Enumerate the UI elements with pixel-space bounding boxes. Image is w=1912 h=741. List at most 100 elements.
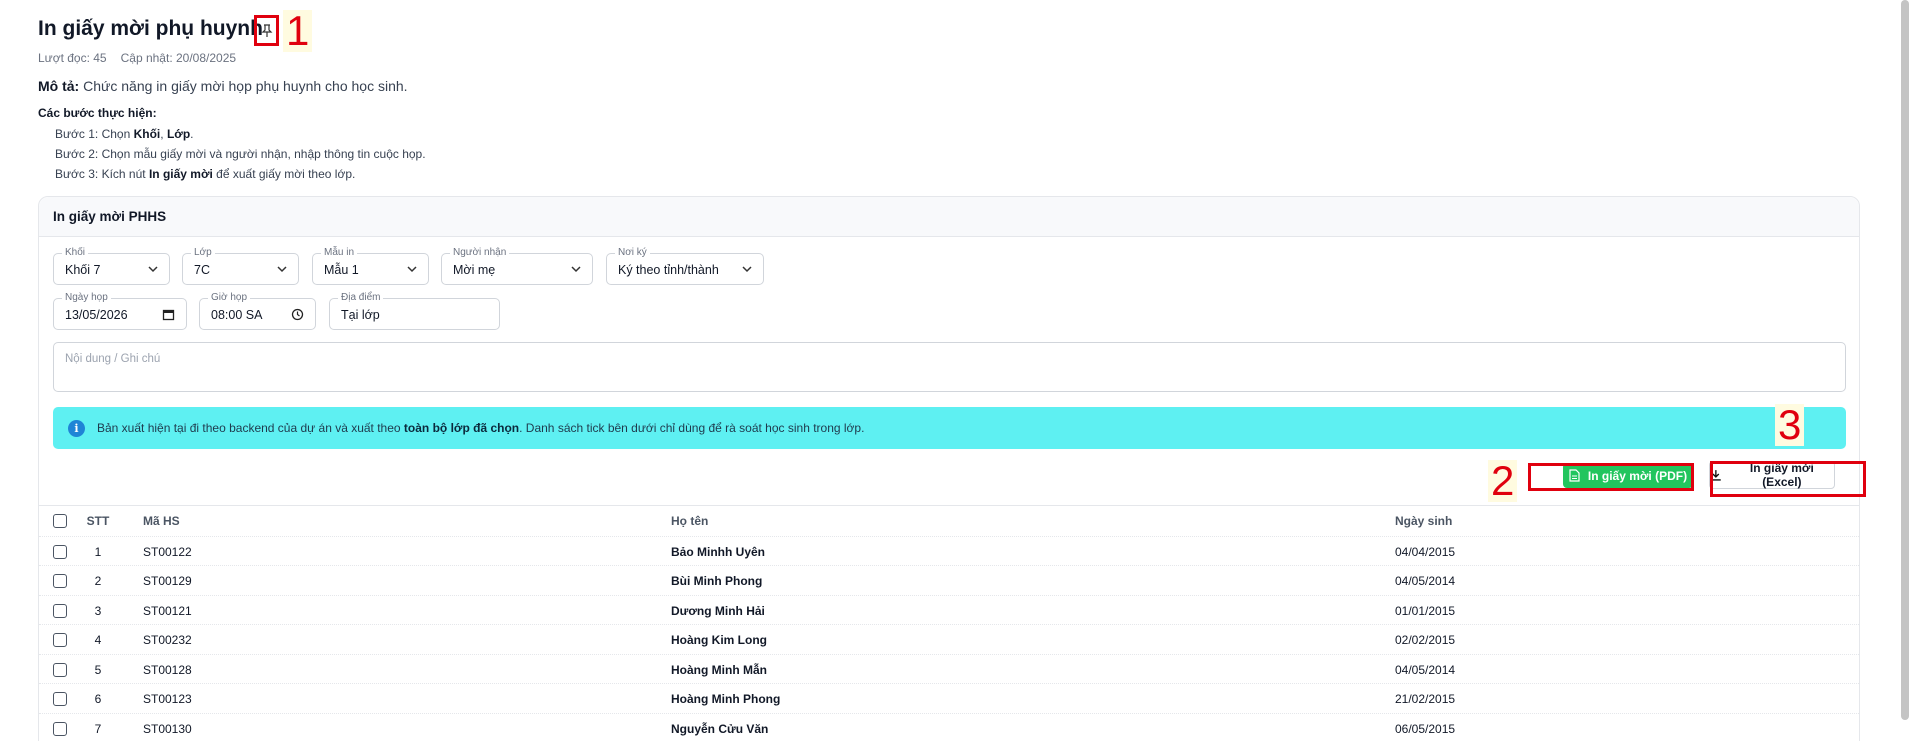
mau-in-label: Mẫu in bbox=[321, 247, 358, 259]
annotation-marker-1: 1 bbox=[283, 10, 313, 52]
steps-title: Các bước thực hiện: bbox=[38, 106, 157, 120]
row-stt: 3 bbox=[94, 603, 102, 618]
header-stt: STT bbox=[86, 514, 110, 528]
alert-text-bold: toàn bộ lớp đã chọn bbox=[403, 421, 520, 435]
desc-text: Chức năng in giấy mời họp phụ huynh cho … bbox=[79, 78, 408, 94]
noi-ky-label: Nơi ký bbox=[615, 247, 650, 259]
noi-ky-value: Ký theo tỉnh/thành bbox=[618, 263, 719, 277]
row-ngay-sinh: 02/02/2015 bbox=[1395, 633, 1456, 647]
table-row[interactable]: 5 ST00128 Hoàng Minh Mẫn 04/05/2014 bbox=[39, 653, 1859, 684]
annotation-marker-2: 2 bbox=[1488, 460, 1518, 502]
row-checkbox[interactable] bbox=[53, 574, 67, 588]
header-ho-ten: Họ tên bbox=[671, 514, 709, 528]
row-checkbox[interactable] bbox=[53, 662, 67, 677]
step-2: Bước 2: Chọn mẫu giấy mời và người nhận,… bbox=[55, 147, 426, 161]
table-row[interactable]: 7 ST00130 Nguyễn Cửu Văn 06/05/2015 bbox=[39, 712, 1859, 741]
page-meta: Lượt đọc: 45 Cập nhật: 20/08/2025 bbox=[38, 51, 236, 65]
mau-in-select[interactable]: Mẫu in Mẫu 1 bbox=[312, 247, 429, 285]
row-checkbox[interactable] bbox=[53, 603, 67, 618]
row-stt: 6 bbox=[94, 692, 102, 706]
lop-select[interactable]: Lớp 7C bbox=[182, 247, 299, 285]
row-stt: 1 bbox=[94, 544, 102, 559]
table-row[interactable]: 2 ST00129 Bùi Minh Phong 04/05/2014 bbox=[39, 565, 1859, 595]
clock-icon[interactable] bbox=[291, 308, 304, 321]
row-ho-ten: Hoàng Kim Long bbox=[671, 633, 767, 647]
alert-text-a: Bản xuất hiện tại đi theo backend của dự… bbox=[97, 421, 404, 435]
row-ho-ten: Bảo Minhh Uyên bbox=[671, 544, 766, 559]
gio-hop-label: Giờ họp bbox=[208, 292, 251, 304]
chevron-down-icon bbox=[407, 266, 417, 273]
row-ngay-sinh: 01/01/2015 bbox=[1395, 603, 1456, 618]
header-ma-hs: Mã HS bbox=[143, 514, 180, 528]
dia-diem-value: Tại lớp bbox=[341, 308, 380, 322]
row-checkbox[interactable] bbox=[53, 544, 67, 559]
select-all-checkbox[interactable] bbox=[53, 514, 67, 528]
row-checkbox[interactable] bbox=[53, 721, 67, 736]
page-scrollbar[interactable] bbox=[1901, 0, 1909, 720]
row-stt: 4 bbox=[94, 633, 102, 647]
step-1-sep: , bbox=[160, 127, 167, 141]
lop-label: Lớp bbox=[191, 247, 215, 259]
calendar-icon[interactable] bbox=[162, 308, 175, 321]
table-row[interactable]: 4 ST00232 Hoàng Kim Long 02/02/2015 bbox=[39, 624, 1859, 654]
table-row[interactable]: 3 ST00121 Dương Minh Hải 01/01/2015 bbox=[39, 594, 1859, 625]
row-ma-hs: ST00232 bbox=[143, 633, 192, 647]
khoi-label: Khối bbox=[62, 247, 89, 259]
row-ma-hs: ST00129 bbox=[143, 574, 192, 588]
page-title: In giấy mời phụ huynh bbox=[38, 17, 263, 40]
lop-value: 7C bbox=[194, 263, 210, 277]
card-title: In giấy mời PHHS bbox=[39, 197, 1859, 237]
row-ho-ten: Hoàng Minh Mẫn bbox=[671, 662, 767, 677]
row-ma-hs: ST00121 bbox=[143, 603, 192, 618]
row-ho-ten: Nguyễn Cửu Văn bbox=[671, 721, 769, 736]
gio-hop-time-input[interactable]: Giờ họp 08:00 SA bbox=[199, 292, 316, 330]
dia-diem-input[interactable]: Địa điểm Tại lớp bbox=[329, 292, 500, 330]
views-count: Lượt đọc: 45 bbox=[38, 51, 107, 65]
noi-ky-select[interactable]: Nơi ký Ký theo tỉnh/thành bbox=[606, 247, 764, 285]
pin-icon bbox=[261, 23, 272, 37]
row-ngay-sinh: 21/02/2015 bbox=[1395, 692, 1456, 706]
row-ma-hs: ST00123 bbox=[143, 692, 192, 706]
step-3: Bước 3: Kích nút In giấy mời để xuất giấ… bbox=[55, 167, 355, 181]
chevron-down-icon bbox=[148, 266, 158, 273]
row-ma-hs: ST00122 bbox=[143, 544, 192, 559]
highlight-box-3 bbox=[1710, 461, 1866, 497]
mau-in-value: Mẫu 1 bbox=[324, 263, 359, 277]
step-3-end: để xuất giấy mời theo lớp. bbox=[212, 167, 356, 181]
highlight-box-2 bbox=[1528, 463, 1694, 491]
row-ngay-sinh: 04/05/2014 bbox=[1395, 574, 1456, 588]
header-ngay-sinh: Ngày sinh bbox=[1395, 514, 1453, 528]
chevron-down-icon bbox=[571, 266, 581, 273]
table-row[interactable]: 6 ST00123 Hoàng Minh Phong 21/02/2015 bbox=[39, 683, 1859, 713]
chevron-down-icon bbox=[277, 266, 287, 273]
khoi-value: Khối 7 bbox=[65, 263, 101, 277]
nguoi-nhan-select[interactable]: Người nhận Mời mẹ bbox=[441, 247, 593, 285]
annotation-marker-3: 3 bbox=[1775, 404, 1805, 446]
info-alert: i Bản xuất hiện tại đi theo backend của … bbox=[53, 407, 1846, 449]
row-stt: 7 bbox=[94, 721, 102, 736]
chevron-down-icon bbox=[742, 266, 752, 273]
step-1-text: Bước 1: Chọn bbox=[55, 127, 134, 141]
updated-date: Cập nhật: 20/08/2025 bbox=[120, 51, 237, 65]
alert-text: Bản xuất hiện tại đi theo backend của dự… bbox=[97, 421, 864, 435]
description: Mô tả: Chức năng in giấy mời họp phụ huy… bbox=[38, 78, 408, 94]
row-stt: 5 bbox=[94, 662, 102, 677]
alert-text-c: . Danh sách tick bên dưới chỉ dùng để rà… bbox=[519, 421, 865, 435]
dia-diem-label: Địa điểm bbox=[338, 292, 384, 304]
nguoi-nhan-label: Người nhận bbox=[450, 247, 510, 259]
row-checkbox[interactable] bbox=[53, 633, 67, 647]
ngay-hop-label: Ngày họp bbox=[62, 292, 111, 304]
row-ho-ten: Dương Minh Hải bbox=[671, 603, 765, 618]
ngay-hop-date-input[interactable]: Ngày họp 13/05/2026 bbox=[53, 292, 187, 330]
row-ngay-sinh: 04/04/2015 bbox=[1395, 544, 1456, 559]
table-row[interactable]: 1 ST00122 Bảo Minhh Uyên 04/04/2015 bbox=[39, 535, 1859, 566]
row-stt: 2 bbox=[94, 574, 102, 588]
pin-button[interactable] bbox=[254, 15, 279, 46]
khoi-select[interactable]: Khối Khối 7 bbox=[53, 247, 170, 285]
ngay-hop-value: 13/05/2026 bbox=[65, 308, 128, 322]
row-ma-hs: ST00130 bbox=[143, 721, 192, 736]
info-icon: i bbox=[68, 419, 85, 437]
row-checkbox[interactable] bbox=[53, 692, 67, 706]
row-ho-ten: Bùi Minh Phong bbox=[671, 574, 763, 588]
note-textarea[interactable]: Nội dung / Ghi chú bbox=[53, 342, 1846, 392]
